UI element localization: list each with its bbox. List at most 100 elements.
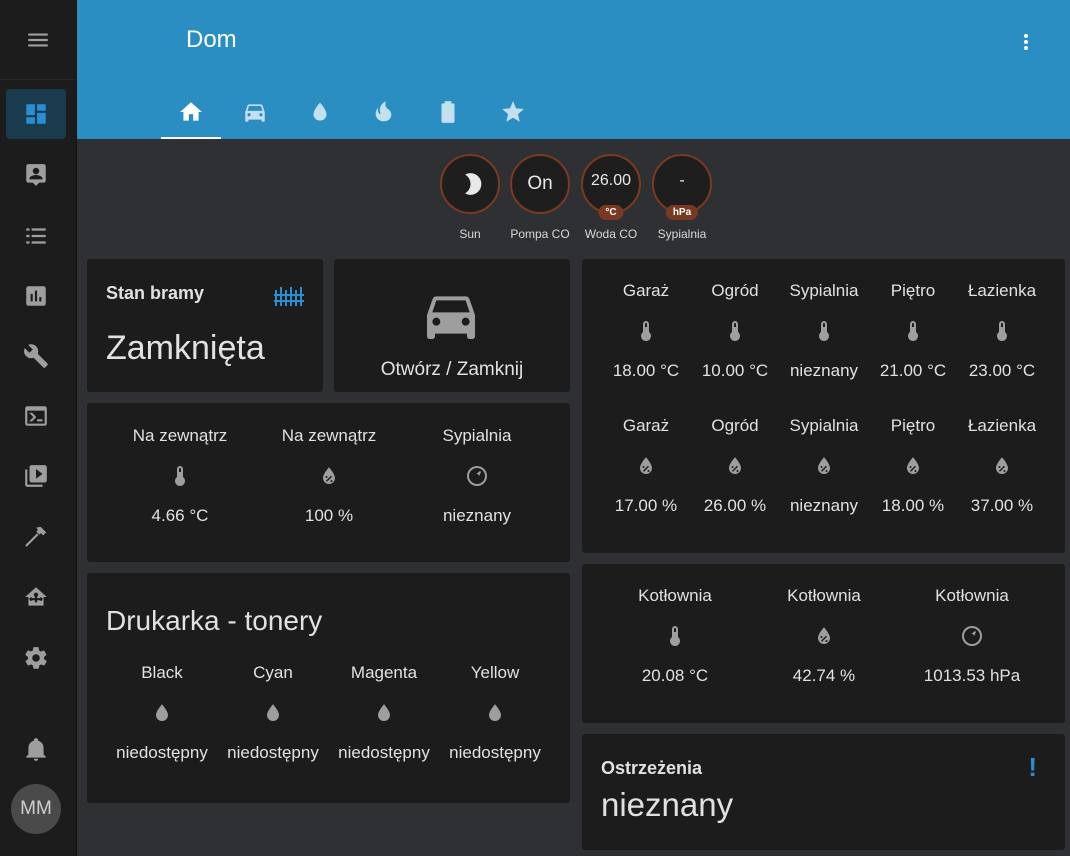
sidebar-item-map[interactable] (6, 150, 66, 200)
entity-value: niedostępny (227, 743, 319, 762)
chart-box-icon (26, 286, 46, 306)
sidebar-item-settings[interactable] (6, 633, 66, 683)
tab-favorites[interactable] (483, 84, 543, 139)
entity-value: 37.00 % (970, 496, 1034, 515)
star-icon (502, 100, 524, 122)
thermometer-icon (730, 321, 740, 341)
sidebar-item-home-automation[interactable] (6, 572, 66, 622)
toner-cyan[interactable]: Cyan niedostępny (212, 663, 334, 763)
tab-water[interactable] (290, 84, 350, 139)
entity-value: niedostępny (338, 743, 430, 762)
water-percent-icon (323, 467, 335, 484)
entity-name: Łazienka (967, 281, 1037, 300)
water-icon (489, 704, 501, 721)
water-icon (267, 704, 279, 721)
entity-value: niedostępny (449, 743, 541, 762)
entity-name: Sypialnia (442, 426, 512, 445)
sidebar-item-history[interactable] (6, 271, 66, 321)
home-icon (180, 101, 202, 121)
badge-circle: 26.00 °C (581, 154, 641, 220)
badge-label: Pompa CO (510, 227, 570, 241)
water-icon (313, 101, 327, 121)
badge-value: - (679, 172, 685, 189)
overview-icon (26, 104, 46, 124)
water-percent-icon (818, 627, 830, 644)
toner-yellow[interactable]: Yellow niedostępny (434, 663, 556, 763)
car-toggle-card[interactable]: Otwórz / Zamknij (334, 259, 570, 392)
toner-magenta[interactable]: Magenta niedostępny (323, 663, 445, 763)
printer-title: Drukarka - tonery (106, 605, 323, 636)
gauge-icon (962, 626, 982, 646)
badge-woda-co[interactable]: 26.00 °C Woda CO (581, 154, 641, 241)
entity-name: Cyan (253, 663, 293, 682)
entity-value: nieznany (442, 506, 512, 525)
entity-name: Kotłownia (935, 586, 1009, 605)
entity-boiler-temp[interactable]: Kotłownia 20.08 °C (615, 586, 735, 686)
entity-value: 23.00 °C (968, 361, 1036, 380)
printer-card: Drukarka - tonery Black niedostępny Cyan… (87, 573, 570, 803)
moon-icon (465, 173, 482, 195)
sidebar-item-developer[interactable] (6, 512, 66, 562)
battery-icon (441, 100, 455, 123)
avatar[interactable]: MM (11, 784, 61, 834)
entity-name: Yellow (470, 663, 520, 682)
badge-account-icon (26, 164, 46, 186)
page-title: Dom (186, 26, 237, 53)
entity-boiler-humidity[interactable]: Kotłownia 42.74 % (764, 586, 884, 686)
water-percent-icon (640, 457, 652, 474)
more-menu-button[interactable] (1012, 28, 1040, 56)
entity-name: Black (141, 663, 183, 682)
badge-label: Sun (459, 227, 481, 241)
sidebar-item-terminal[interactable] (6, 391, 66, 441)
badge-value: On (527, 173, 553, 194)
entity-temp-lazienka[interactable]: Łazienka 23.00 °C (942, 281, 1062, 381)
bell-icon (26, 738, 46, 761)
home-automation-icon (25, 587, 47, 606)
water-percent-icon (729, 457, 741, 474)
entity-name: Kotłownia (787, 586, 861, 605)
badge-pompa-co[interactable]: On Pompa CO (510, 154, 570, 241)
water-icon (156, 704, 168, 721)
badge-circle: - hPa (652, 154, 712, 220)
gate-card[interactable]: Stan bramy Zamknięta (87, 259, 323, 392)
badge-label: Sypialnia (657, 227, 707, 241)
entity-humid-lazienka[interactable]: Łazienka 37.00 % (942, 416, 1062, 516)
gate-title: Stan bramy (106, 283, 205, 303)
badge-sun[interactable]: Sun (440, 154, 500, 241)
tab-battery[interactable] (418, 84, 478, 139)
gauge-icon (467, 466, 487, 486)
thermometer-icon (908, 321, 918, 341)
car-icon (245, 103, 265, 122)
badge-unit: hPa (665, 205, 699, 220)
thermometer-icon (175, 466, 185, 486)
sidebar-item-overview[interactable] (6, 89, 66, 139)
entity-outside-humidity[interactable]: Na zewnątrz 100 % (269, 426, 389, 526)
entity-value: 20.08 °C (641, 666, 709, 685)
entity-boiler-pressure[interactable]: Kotłownia 1013.53 hPa (912, 586, 1032, 686)
entity-outside-temp[interactable]: Na zewnątrz 4.66 °C (120, 426, 240, 526)
car-toggle-label: Otwórz / Zamknij (380, 359, 524, 380)
sidebar-item-media[interactable] (6, 451, 66, 501)
tab-car[interactable] (225, 84, 285, 139)
terminal-icon (25, 406, 47, 426)
warnings-card[interactable]: Ostrzeżenia ! nieznany (582, 734, 1065, 850)
outside-card: Na zewnątrz 4.66 °C Na zewnątrz 100 % Sy… (87, 403, 570, 562)
tab-home[interactable] (161, 84, 221, 139)
tab-fire[interactable] (354, 84, 414, 139)
gate-state: Zamknięta (106, 329, 265, 367)
entity-bedroom-pressure[interactable]: Sypialnia nieznany (417, 426, 537, 526)
water-percent-icon (818, 457, 830, 474)
entity-value: 1013.53 hPa (923, 666, 1021, 685)
warnings-title: Ostrzeżenia (601, 758, 703, 778)
sidebar-item-logbook[interactable] (6, 211, 66, 261)
sidebar-item-tools[interactable] (6, 331, 66, 381)
sidebar-item-notifications[interactable] (6, 724, 66, 774)
menu-button[interactable] (0, 0, 76, 80)
app-header: Dom (77, 0, 1070, 139)
badge-sypialnia[interactable]: - hPa Sypialnia (652, 154, 712, 241)
toner-black[interactable]: Black niedostępny (101, 663, 223, 763)
menu-icon (28, 33, 48, 46)
entity-name: Magenta (350, 663, 418, 682)
entity-value: 4.66 °C (151, 506, 209, 525)
hammer-icon (25, 526, 47, 547)
